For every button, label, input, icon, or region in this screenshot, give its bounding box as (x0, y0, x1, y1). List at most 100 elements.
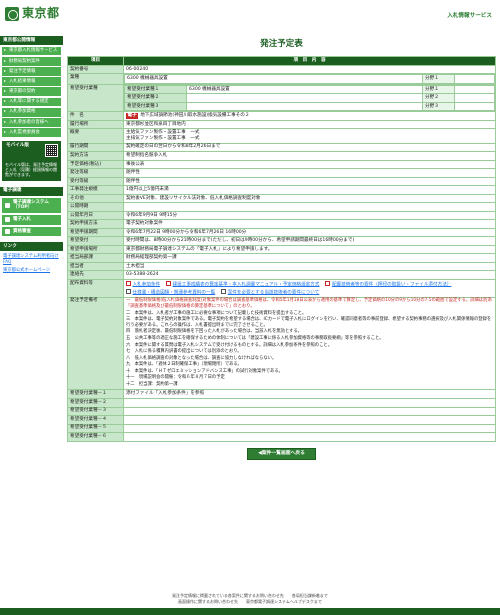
table-row: 希望受付業種－２ (67, 398, 496, 408)
publish-date-value: 令和6年9月9日 9時15分 (123, 210, 496, 221)
table-row: 履行期間 契約確定の日の翌日から令和8年2月26日まで (67, 142, 496, 153)
pdf-file-icon (325, 280, 330, 287)
table-row: 契約方法 希望制指名競争入札 (67, 151, 496, 161)
back-to-list-button[interactable]: ◀案件一覧画面へ戻る (247, 447, 316, 460)
document-link[interactable]: 仕様書・構造図類・関連参考資料の一覧 (126, 288, 215, 296)
qualification-review-label: 資格審査 (13, 228, 31, 234)
table-row: 希望受付業種－３ (67, 406, 496, 416)
row-label: 担当者 (67, 261, 124, 272)
mobile-version-box[interactable]: モバイル版 モバイル版は、発注予定情報と入札（見積）経過情報の閲覧ができます。 (2, 140, 61, 181)
sidebar-item-finance[interactable]: 財務局契約案件 (2, 56, 61, 66)
sidebar-item-schedule[interactable]: 発注予定情報 (2, 67, 61, 76)
tokyo-homepage-link[interactable]: 東京都公式ホームページ (0, 267, 63, 275)
notice-paragraph: 四 落札者決定後、最低制限価格を下回った入札があった場合は、当該入札を無効とする… (126, 329, 303, 335)
document-link[interactable]: 案件を必要とする当該技術者の要件について (221, 288, 319, 296)
table-row: その他 契約後VE対象、建設リサイクル法対象、低入札価格調査制度対象 (67, 193, 496, 204)
tokyo-logo[interactable]: 東京都 (5, 6, 60, 21)
table-row: 希望受付業種－５ (67, 423, 496, 434)
desired-sub-label: 希望受付業種１ (124, 84, 187, 95)
notice-paragraph: 六 本案件に関する質問は電子入札システムで受け付けるものとする。詳細は入札参加条… (126, 342, 332, 348)
notice-paragraph: 五 公共工事等の適正な施工を確保するための体制については「建設工事に係る入札参加… (126, 335, 384, 341)
row-label: 希望受付業種 (67, 83, 124, 113)
bid-icon (5, 217, 10, 223)
sidebar-item-rules[interactable]: 入札等に関する規定 (2, 97, 61, 107)
qualification-review-button[interactable]: 資格審査 (2, 226, 61, 237)
row-label: 業種 (67, 73, 124, 85)
notice-paragraph: 十一 現場説明会の開催：令和６年８月７日の予定 (126, 375, 225, 381)
table-row: 予定価格(税込) 事後公表 (67, 159, 496, 170)
electronic-badge: 電子 (126, 113, 139, 119)
row-label: 概要 (67, 128, 124, 144)
table-row: 発注予定備考 一 最低制限価格(低入札価格調査制度)対象案件の場合は調査基準価格… (67, 296, 496, 391)
sidebar-item-qualification[interactable]: 入札参加資格 (2, 107, 61, 117)
table-row: 契約申請方法 電子契約対象案件 (67, 219, 496, 229)
field-label: 分野２ (422, 93, 455, 103)
e-bidding-button[interactable]: 電子入札 (2, 214, 61, 225)
desired-value: 6300 機械器具設置 (186, 84, 423, 95)
column-header-item: 項目 (67, 55, 124, 66)
row-label: 履行場所 (67, 119, 124, 130)
e-procurement-top-button[interactable]: 電子調達システム（TOP） (2, 197, 61, 213)
page-title: 発注予定表 (260, 39, 303, 49)
sidebar-item-results[interactable]: 入札結果情報 (2, 77, 61, 86)
notice-paragraph: 十二 担当課：契約第一課 (126, 382, 178, 387)
row-label: 発注予定備考 (67, 296, 124, 391)
notice-paragraph: 七 入札に係る積算内訳書の提出については別添のとおり。 (126, 349, 242, 355)
table-row: 配布資料等 入札参加条件 建設工事成績表の算定基準・本入札調書マニュアル・予定価… (67, 278, 496, 298)
table-row: 受付等級 随伴性 (67, 176, 496, 187)
desired-value (186, 101, 423, 112)
system-icon (5, 202, 10, 208)
footer: 発注予定情報に掲載されている各案件に関するお問い合わせ先 各局担当課新着まで 画… (0, 593, 500, 604)
file-icon (126, 288, 131, 295)
application-place-value: 東京都財務局電子調達システムの「電子入札」により希望申請します。 (123, 244, 496, 255)
table-row: 担当者 土木担当 (67, 261, 496, 272)
e-procurement-top-label: 電子調達システム（TOP） (13, 199, 49, 211)
phone-value: 03-5388-2624 (123, 270, 496, 280)
application-method-value: 電子契約対象案件 (123, 219, 496, 229)
document-link[interactable]: 入札参加条件 (126, 280, 160, 288)
sidebar-item-contracts[interactable]: 東京都の契約 (2, 87, 61, 97)
sidebar-item-committee[interactable]: 入札監視委員会 (2, 128, 61, 137)
remark-value (123, 415, 496, 425)
notice-paragraph: 二 本案件は、入札者が工事の施工に必要な事項について記載した技術資料を提出するこ… (126, 310, 307, 316)
qr-code-icon (45, 143, 58, 157)
person-value: 土木担当 (123, 261, 496, 272)
table-row: 業種 6300 機械器具設置 分野１ (67, 73, 496, 85)
row-label: 発注等級 (67, 168, 124, 178)
contract-number: 06-00240 (123, 64, 496, 75)
notice-text: 一 最低制限価格(低入札価格調査制度)対象案件の場合は調査基準価格は、令和5年1… (123, 296, 496, 391)
row-label: その他 (67, 193, 124, 204)
row-label: 希望受付業種－３ (67, 406, 124, 416)
order-plan-table: 項目 項 目 内 容 契約番号 06-00240 業種 6300 機械器具設置 … (67, 55, 496, 442)
service-title: 入札情報サービス (447, 13, 492, 19)
category-value: 6300 機械器具設置 (124, 74, 423, 84)
document-link[interactable]: 配置技術者等の要件（押印の取扱い・ファイル添付方法） (325, 280, 451, 288)
table-row: 工事発注規模 1億円以上5億円未満 (67, 185, 496, 195)
pdf-file-icon (166, 280, 171, 287)
desired-sub-label: 希望受付業種３ (124, 101, 187, 112)
table-row: 希望受付業種 希望受付業種１ 6300 機械器具設置 分野１ 希望受付業種２ 分… (67, 83, 496, 113)
remark-value (123, 398, 496, 408)
sidebar-item-top[interactable]: 東京都入札情報サービス (2, 46, 61, 56)
table-row: 履行場所 東京都杉並区和泉四丁目地内 (67, 119, 496, 130)
row-label: 希望申請期間 (67, 227, 124, 238)
row-label: 契約申請方法 (67, 219, 124, 229)
document-link[interactable]: 建設工事成績表の算定基準・本入札調書マニュアル・予定価格設定方式 (166, 280, 319, 288)
sidebar-item-bidders[interactable]: 入札参加者の皆様へ (2, 118, 61, 127)
application-time-value: 受付時間は、8時00分から21時00分まで(ただし、初日は9時00分から、希望申… (123, 236, 496, 246)
sidebar: 東京都公開情報 東京都入札情報サービス 財務局契約案件 発注予定情報 入札結果情… (0, 36, 63, 275)
faq-link[interactable]: 電子調達システム利用者向けFAQ (0, 253, 63, 267)
department-value: 財務局経理部契約第一課 (123, 253, 496, 263)
row-label: 公開年月日 (67, 210, 124, 221)
footer-line: 画面操作に関するお問い合わせ先 東京都電子調達システムヘルプデスクまで (178, 598, 322, 604)
row-label: 工事発注規模 (67, 185, 124, 195)
tokyo-emblem-icon (5, 6, 19, 21)
table-row: 希望受付 受付時間は、8時00分から21時00分まで(ただし、初日は9時00分か… (67, 236, 496, 246)
notice-paragraph: 一 最低制限価格(低入札価格調査制度)対象案件の場合は調査基準価格は、令和5年1… (126, 298, 492, 310)
row-label: 希望申請場所 (67, 244, 124, 255)
table-row: 公開時期 (67, 202, 496, 212)
remark-value: 添付ファイル「入札参加条件」を参照 (123, 389, 496, 399)
summary-line: 主排気ファン製作・設置工事 一式 (126, 135, 200, 141)
table-row: 公開年月日 令和6年9月9日 9時15分 (67, 210, 496, 221)
row-label: 希望受付 (67, 236, 124, 246)
